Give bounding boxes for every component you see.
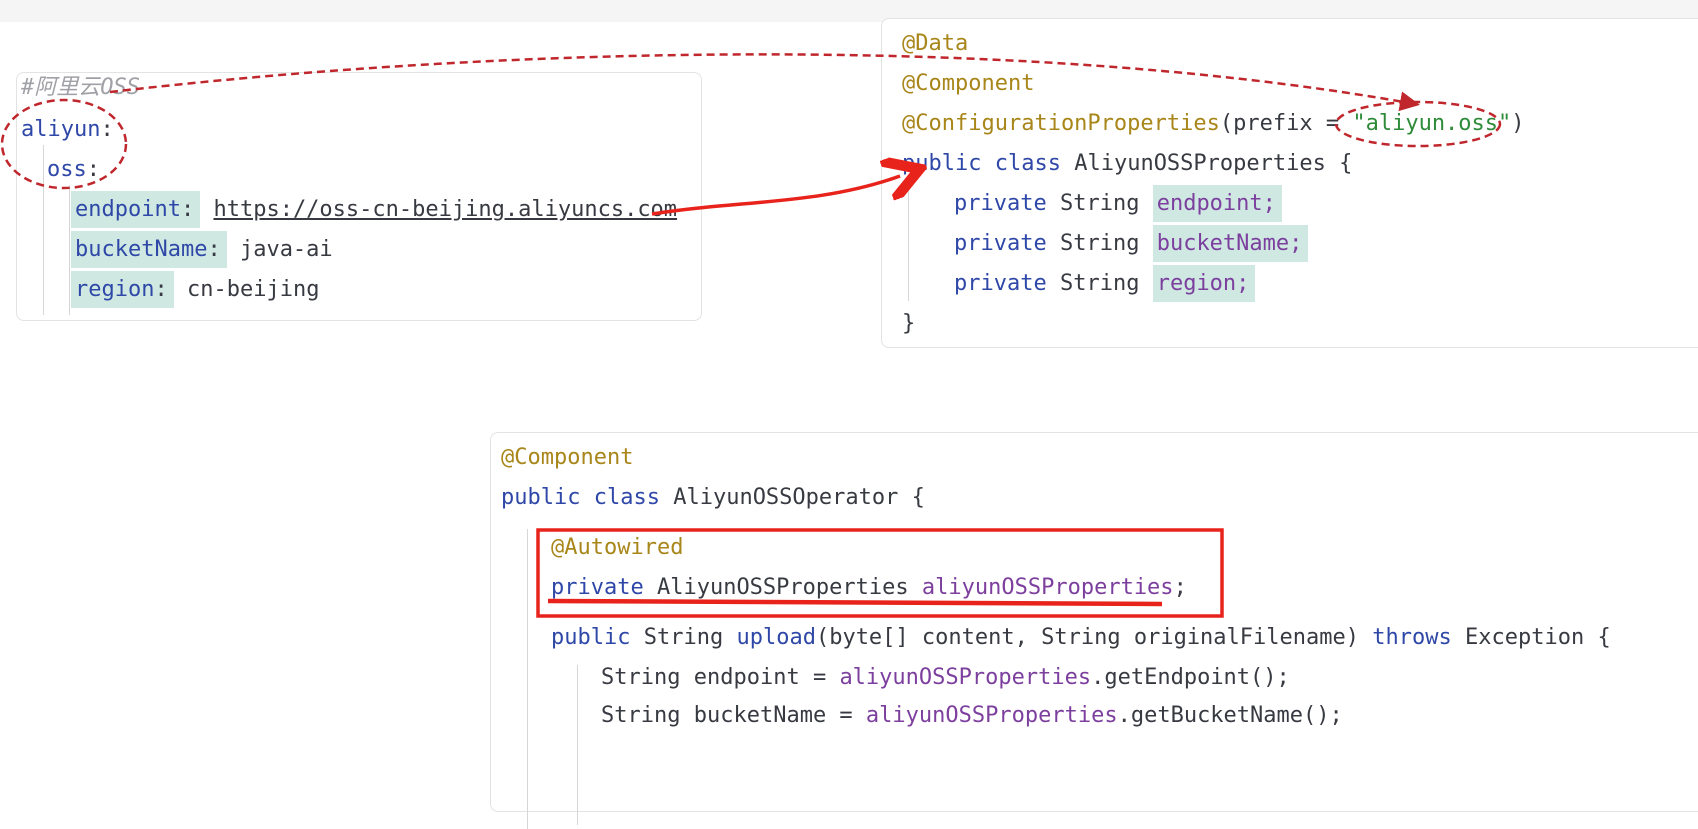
var-bucketname: bucketName =	[693, 703, 866, 728]
upload-method-signature: public String upload(byte[] content, Str…	[551, 623, 1611, 653]
yaml-key: bucketName	[75, 237, 208, 262]
indent-guide	[527, 529, 528, 829]
field-type: String	[1059, 271, 1140, 296]
indent-guide	[908, 191, 909, 301]
yaml-colon: :	[207, 237, 221, 262]
getter-bucketname: .getBucketName();	[1117, 703, 1343, 728]
class-declaration-line: public class AliyunOSSProperties {	[902, 149, 1352, 179]
return-type: String	[643, 625, 724, 650]
field-name: endpoint;	[1156, 191, 1276, 216]
yaml-root-key-line: aliyun:	[21, 115, 114, 145]
var-type: String	[601, 665, 681, 690]
properties-class-panel: @Data @Component @ConfigurationPropertie…	[881, 18, 1698, 348]
autowired-annotation: @Autowired	[551, 535, 684, 560]
class-keyword: class	[593, 485, 660, 510]
var-type: String	[601, 703, 681, 728]
private-keyword: private	[551, 575, 644, 600]
indent-guide	[577, 665, 578, 825]
field-region: private String region;	[954, 265, 1256, 302]
throws-keyword: throws	[1372, 625, 1452, 650]
method-params: (byte[] content, String originalFilename…	[815, 625, 1360, 650]
yaml-entry-endpoint: endpoint: https://oss-cn-beijing.aliyunc…	[71, 191, 678, 228]
yaml-comment: #阿里云OSS	[21, 75, 140, 100]
config-args-close: )	[1511, 111, 1525, 136]
yaml-key: endpoint	[75, 197, 181, 222]
field-bucketname: private String bucketName;	[954, 225, 1309, 262]
config-args-open: (prefix =	[1219, 111, 1353, 136]
private-keyword: private	[954, 191, 1047, 216]
yaml-entry-region: region: cn-beijing	[71, 271, 320, 308]
prefix-value: "aliyun.oss"	[1352, 111, 1512, 136]
public-keyword: public	[551, 625, 631, 650]
var-endpoint: endpoint =	[693, 665, 840, 690]
yaml-key: region	[75, 277, 155, 302]
yaml-endpoint-value: https://oss-cn-beijing.aliyuncs.com	[213, 197, 678, 222]
field-endpoint: private String endpoint;	[954, 185, 1282, 222]
yaml-child-key: oss	[47, 157, 87, 182]
yaml-colon: :	[154, 277, 168, 302]
field-name: bucketName;	[1156, 231, 1303, 256]
operator-class-panel: @Component public class AliyunOSSOperato…	[490, 432, 1698, 829]
yaml-root-key: aliyun	[21, 117, 101, 142]
indent-guide	[69, 185, 70, 315]
yaml-colon: :	[86, 157, 100, 182]
open-brace: {	[911, 485, 925, 510]
field-type: String	[1059, 231, 1140, 256]
field-name: region;	[1156, 271, 1250, 296]
yaml-colon: :	[100, 117, 114, 142]
yaml-colon: :	[180, 197, 195, 222]
exception-type: Exception {	[1465, 625, 1611, 650]
close-brace: }	[902, 311, 916, 336]
class-keyword: class	[994, 151, 1061, 176]
injected-field-line: private AliyunOSSProperties aliyunOSSPro…	[551, 573, 1187, 603]
class-name: AliyunOSSProperties	[1074, 151, 1326, 176]
indent-guide	[43, 145, 44, 315]
component-annotation: @Component	[902, 71, 1035, 96]
yaml-entry-bucketname: bucketName: java-ai	[71, 231, 333, 268]
yaml-child-key-line: oss:	[47, 155, 100, 185]
class-declaration-line: public class AliyunOSSOperator {	[501, 483, 925, 513]
yaml-region-value: cn-beijing	[186, 277, 320, 302]
public-keyword: public	[501, 485, 581, 510]
component-annotation: @Component	[501, 445, 634, 470]
configuration-properties-line: @ConfigurationProperties(prefix = "aliyu…	[902, 109, 1525, 139]
configuration-properties-annotation: @ConfigurationProperties	[902, 111, 1220, 136]
field-type: AliyunOSSProperties	[656, 575, 909, 600]
properties-ref: aliyunOSSProperties	[839, 665, 1092, 690]
private-keyword: private	[954, 271, 1047, 296]
yaml-config-panel: #阿里云OSS aliyun: oss: endpoint: https://o…	[16, 72, 702, 321]
properties-ref: aliyunOSSProperties	[865, 703, 1118, 728]
field-name: aliyunOSSProperties	[921, 575, 1174, 600]
open-brace: {	[1339, 151, 1353, 176]
semicolon: ;	[1173, 575, 1187, 600]
field-type: String	[1059, 191, 1140, 216]
private-keyword: private	[954, 231, 1047, 256]
endpoint-assignment: String endpoint = aliyunOSSProperties.ge…	[601, 663, 1290, 693]
yaml-bucketname-value: java-ai	[239, 237, 333, 262]
data-annotation: @Data	[902, 31, 969, 56]
public-keyword: public	[902, 151, 982, 176]
bucketname-assignment: String bucketName = aliyunOSSProperties.…	[601, 701, 1343, 731]
method-name: upload	[736, 625, 816, 650]
class-name: AliyunOSSOperator	[673, 485, 899, 510]
getter-endpoint: .getEndpoint();	[1091, 665, 1290, 690]
